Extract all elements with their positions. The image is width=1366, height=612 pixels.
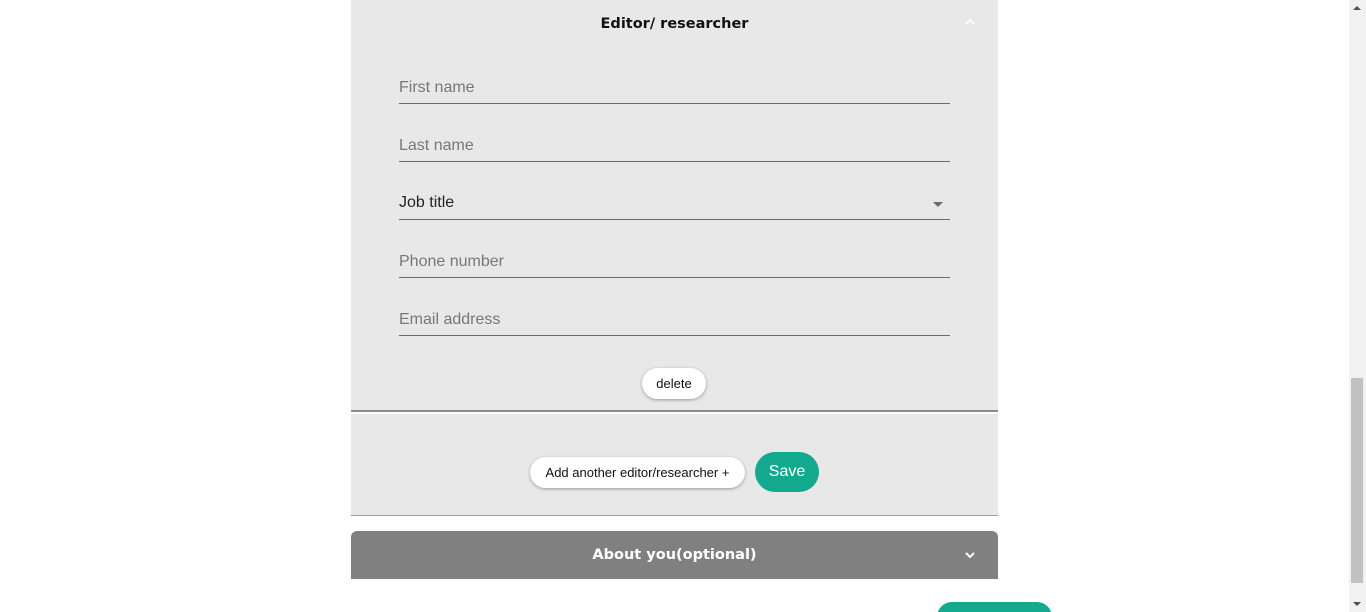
last-name-field (399, 126, 950, 162)
scrollbar-thumb[interactable] (1351, 378, 1363, 583)
first-name-input[interactable] (399, 79, 950, 97)
email-address-field (399, 300, 950, 336)
chevron-up-icon[interactable] (964, 16, 976, 28)
add-editor-button[interactable]: Add another editor/researcher + (530, 457, 745, 488)
phone-number-field (399, 242, 950, 278)
scroll-up-arrow-icon[interactable] (1353, 6, 1361, 10)
actions-panel: Add another editor/researcher + Save (351, 414, 998, 516)
delete-button[interactable]: delete (642, 368, 706, 399)
first-name-field (399, 68, 950, 104)
last-name-input[interactable] (399, 137, 950, 155)
page-scrollbar[interactable] (1349, 0, 1366, 612)
scroll-down-arrow-icon[interactable] (1353, 602, 1361, 606)
about-you-title: About you(optional) (592, 547, 757, 563)
email-address-input[interactable] (399, 311, 950, 329)
chevron-down-icon[interactable] (964, 549, 976, 561)
dropdown-arrow-icon (933, 202, 943, 207)
save-button[interactable]: Save (755, 452, 819, 492)
floating-action-button[interactable] (937, 602, 1052, 612)
editor-researcher-panel: Editor/ researcher Job title delete (351, 0, 998, 412)
editor-panel-title: Editor/ researcher (600, 16, 749, 32)
job-title-select[interactable]: Job title (399, 184, 950, 220)
phone-number-input[interactable] (399, 253, 950, 271)
about-you-section-header[interactable]: About you(optional) (351, 531, 998, 579)
job-title-value: Job title (399, 194, 455, 211)
